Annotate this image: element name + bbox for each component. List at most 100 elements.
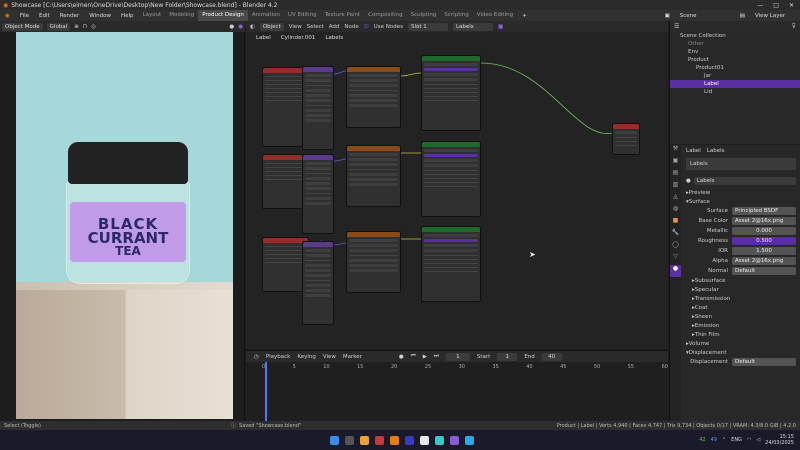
menu-help[interactable]: Help bbox=[116, 13, 139, 19]
view-layer-tab-icon[interactable]: ▥ bbox=[670, 181, 681, 193]
principled-bsdf-node[interactable] bbox=[421, 226, 481, 302]
tool-tab-icon[interactable]: ⚒ bbox=[670, 145, 681, 157]
outliner-row-label[interactable]: Label bbox=[670, 80, 800, 88]
outliner-row-jar[interactable]: Jar bbox=[670, 72, 800, 80]
magnet-icon[interactable]: ⊓ bbox=[83, 24, 87, 30]
minimize-button[interactable]: — bbox=[757, 2, 763, 9]
end-frame-field[interactable]: 40 bbox=[541, 352, 562, 361]
metallic-field[interactable]: 0.000 bbox=[732, 227, 796, 235]
tab-sculpting[interactable]: Sculpting bbox=[407, 10, 441, 21]
principled-bsdf-node[interactable] bbox=[421, 55, 481, 131]
alpha-field[interactable]: Asset 2@16x.png bbox=[732, 257, 796, 265]
app-icon[interactable] bbox=[435, 435, 444, 445]
clock[interactable]: 15:15 24/03/2025 bbox=[765, 434, 794, 446]
menu-playback[interactable]: Playback bbox=[266, 354, 291, 360]
section-volume[interactable]: ▸ Volume bbox=[670, 339, 800, 348]
jump-start-icon[interactable]: ⏮ bbox=[411, 353, 416, 360]
add-workspace-icon[interactable]: + bbox=[517, 13, 532, 19]
material-name-field[interactable]: Labels bbox=[693, 177, 796, 185]
section-sheen[interactable]: ▸ Sheen bbox=[670, 312, 800, 321]
mapping-node[interactable] bbox=[302, 154, 334, 234]
tab-modeling[interactable]: Modeling bbox=[165, 10, 198, 21]
shading-render-icon[interactable]: ● bbox=[238, 24, 243, 30]
search-icon[interactable] bbox=[345, 435, 354, 445]
roughness-slider[interactable]: 0.500 bbox=[732, 237, 796, 245]
section-displacement[interactable]: ▾ Displacement bbox=[670, 348, 800, 357]
tab-product-design[interactable]: Product Design bbox=[198, 10, 248, 21]
section-subsurface[interactable]: ▸ Subsurface bbox=[670, 276, 800, 285]
blender-icon[interactable] bbox=[390, 435, 399, 445]
play-icon[interactable]: ▶ bbox=[423, 354, 427, 360]
image-texture-node[interactable] bbox=[346, 231, 401, 293]
object-tab-icon[interactable]: ■ bbox=[670, 217, 681, 229]
start-icon[interactable] bbox=[330, 435, 339, 445]
tray-chevron-icon[interactable]: ⌃ bbox=[722, 437, 726, 443]
app-icon[interactable] bbox=[375, 435, 384, 445]
outliner-row-lid[interactable]: Lid bbox=[670, 88, 800, 96]
menu-keying[interactable]: Keying bbox=[297, 354, 315, 360]
data-tab-icon[interactable]: ▽ bbox=[670, 253, 681, 265]
image-texture-node[interactable] bbox=[346, 66, 401, 128]
frame-ruler[interactable]: 0 5 10 15 20 25 30 35 40 45 50 55 60 bbox=[262, 363, 668, 370]
material-slot-item[interactable]: Labels bbox=[690, 161, 708, 167]
orientation-selector[interactable]: Global bbox=[46, 22, 71, 31]
jump-end-icon[interactable]: ⏭ bbox=[434, 353, 439, 360]
tab-uv-editing[interactable]: UV Editing bbox=[284, 10, 321, 21]
material-output-node[interactable] bbox=[612, 123, 640, 155]
current-frame-field[interactable]: 1 bbox=[445, 352, 470, 361]
physics-tab-icon[interactable]: ◯ bbox=[670, 241, 681, 253]
material-slot-list[interactable]: Labels bbox=[686, 158, 796, 170]
mapping-node[interactable] bbox=[302, 241, 334, 325]
tab-layout[interactable]: Layout bbox=[139, 10, 166, 21]
record-icon[interactable]: ● bbox=[399, 354, 404, 360]
base-color-field[interactable]: Asset 2@16x.png bbox=[732, 217, 796, 225]
section-preview[interactable]: ▸ Preview bbox=[670, 188, 800, 197]
world-tab-icon[interactable]: ◍ bbox=[670, 205, 681, 217]
render-tab-icon[interactable]: ▣ bbox=[670, 157, 681, 169]
section-coat[interactable]: ▸ Coat bbox=[670, 303, 800, 312]
modifier-tab-icon[interactable]: 🔧 bbox=[670, 229, 681, 241]
surface-shader-field[interactable]: Principled BSDF bbox=[732, 207, 796, 215]
timeline[interactable]: ◷ Playback Keying View Marker ● ⏮ ▶ ⏭ 1 … bbox=[246, 350, 668, 422]
filter-icon[interactable]: ⊽ bbox=[792, 23, 796, 30]
playhead[interactable] bbox=[265, 362, 267, 422]
properties-panel[interactable]: ⚒ ▣ ▤ ▥ ◬ ◍ ■ 🔧 ◯ ▽ ● Label Labels Label… bbox=[669, 145, 800, 421]
output-tab-icon[interactable]: ▤ bbox=[670, 169, 681, 181]
maximize-button[interactable]: □ bbox=[773, 2, 779, 9]
section-transmission[interactable]: ▸ Transmission bbox=[670, 294, 800, 303]
outliner-row-other[interactable]: Other bbox=[670, 40, 800, 48]
menu-file[interactable]: File bbox=[15, 13, 34, 19]
mapping-node[interactable] bbox=[302, 66, 334, 150]
outliner-row-product01[interactable]: Product01 bbox=[670, 64, 800, 72]
outliner-editor-icon[interactable]: ☰ bbox=[674, 23, 679, 30]
shading-solid-icon[interactable]: ● bbox=[229, 24, 234, 30]
shader-node-editor[interactable]: ◐ Object View Select Add Node ☑ Use Node… bbox=[246, 21, 668, 349]
displacement-field[interactable]: Default bbox=[732, 358, 796, 366]
material-tab-icon[interactable]: ● bbox=[670, 265, 681, 277]
start-frame-field[interactable]: 1 bbox=[497, 352, 518, 361]
normal-field[interactable]: Default bbox=[732, 267, 796, 275]
app-icon[interactable] bbox=[420, 435, 429, 445]
section-emission[interactable]: ▸ Emission bbox=[670, 321, 800, 330]
tab-animation[interactable]: Animation bbox=[248, 10, 284, 21]
section-surface[interactable]: ▾ Surface bbox=[670, 197, 800, 206]
principled-bsdf-node[interactable] bbox=[421, 141, 481, 217]
tab-video-editing[interactable]: Video Editing bbox=[473, 10, 517, 21]
tab-compositing[interactable]: Compositing bbox=[364, 10, 406, 21]
snap-icon[interactable]: ⊕ bbox=[74, 24, 79, 30]
tab-scripting[interactable]: Scripting bbox=[440, 10, 472, 21]
menu-window[interactable]: Window bbox=[84, 13, 116, 19]
outliner-row-scene-collection[interactable]: Scene Collection bbox=[670, 32, 800, 40]
menu-edit[interactable]: Edit bbox=[34, 13, 55, 19]
discord-icon[interactable] bbox=[450, 435, 459, 445]
app-icon[interactable] bbox=[405, 435, 414, 445]
menu-render[interactable]: Render bbox=[55, 13, 85, 19]
outliner-row-env[interactable]: Env bbox=[670, 48, 800, 56]
wifi-icon[interactable]: ◠ bbox=[747, 437, 751, 443]
menu-view[interactable]: View bbox=[323, 354, 336, 360]
app-icon[interactable] bbox=[465, 435, 474, 445]
timeline-editor-icon[interactable]: ◷ bbox=[254, 354, 259, 360]
scene-tab-icon[interactable]: ◬ bbox=[670, 193, 681, 205]
volume-icon[interactable]: ◁ bbox=[756, 437, 760, 443]
menu-marker[interactable]: Marker bbox=[343, 354, 362, 360]
